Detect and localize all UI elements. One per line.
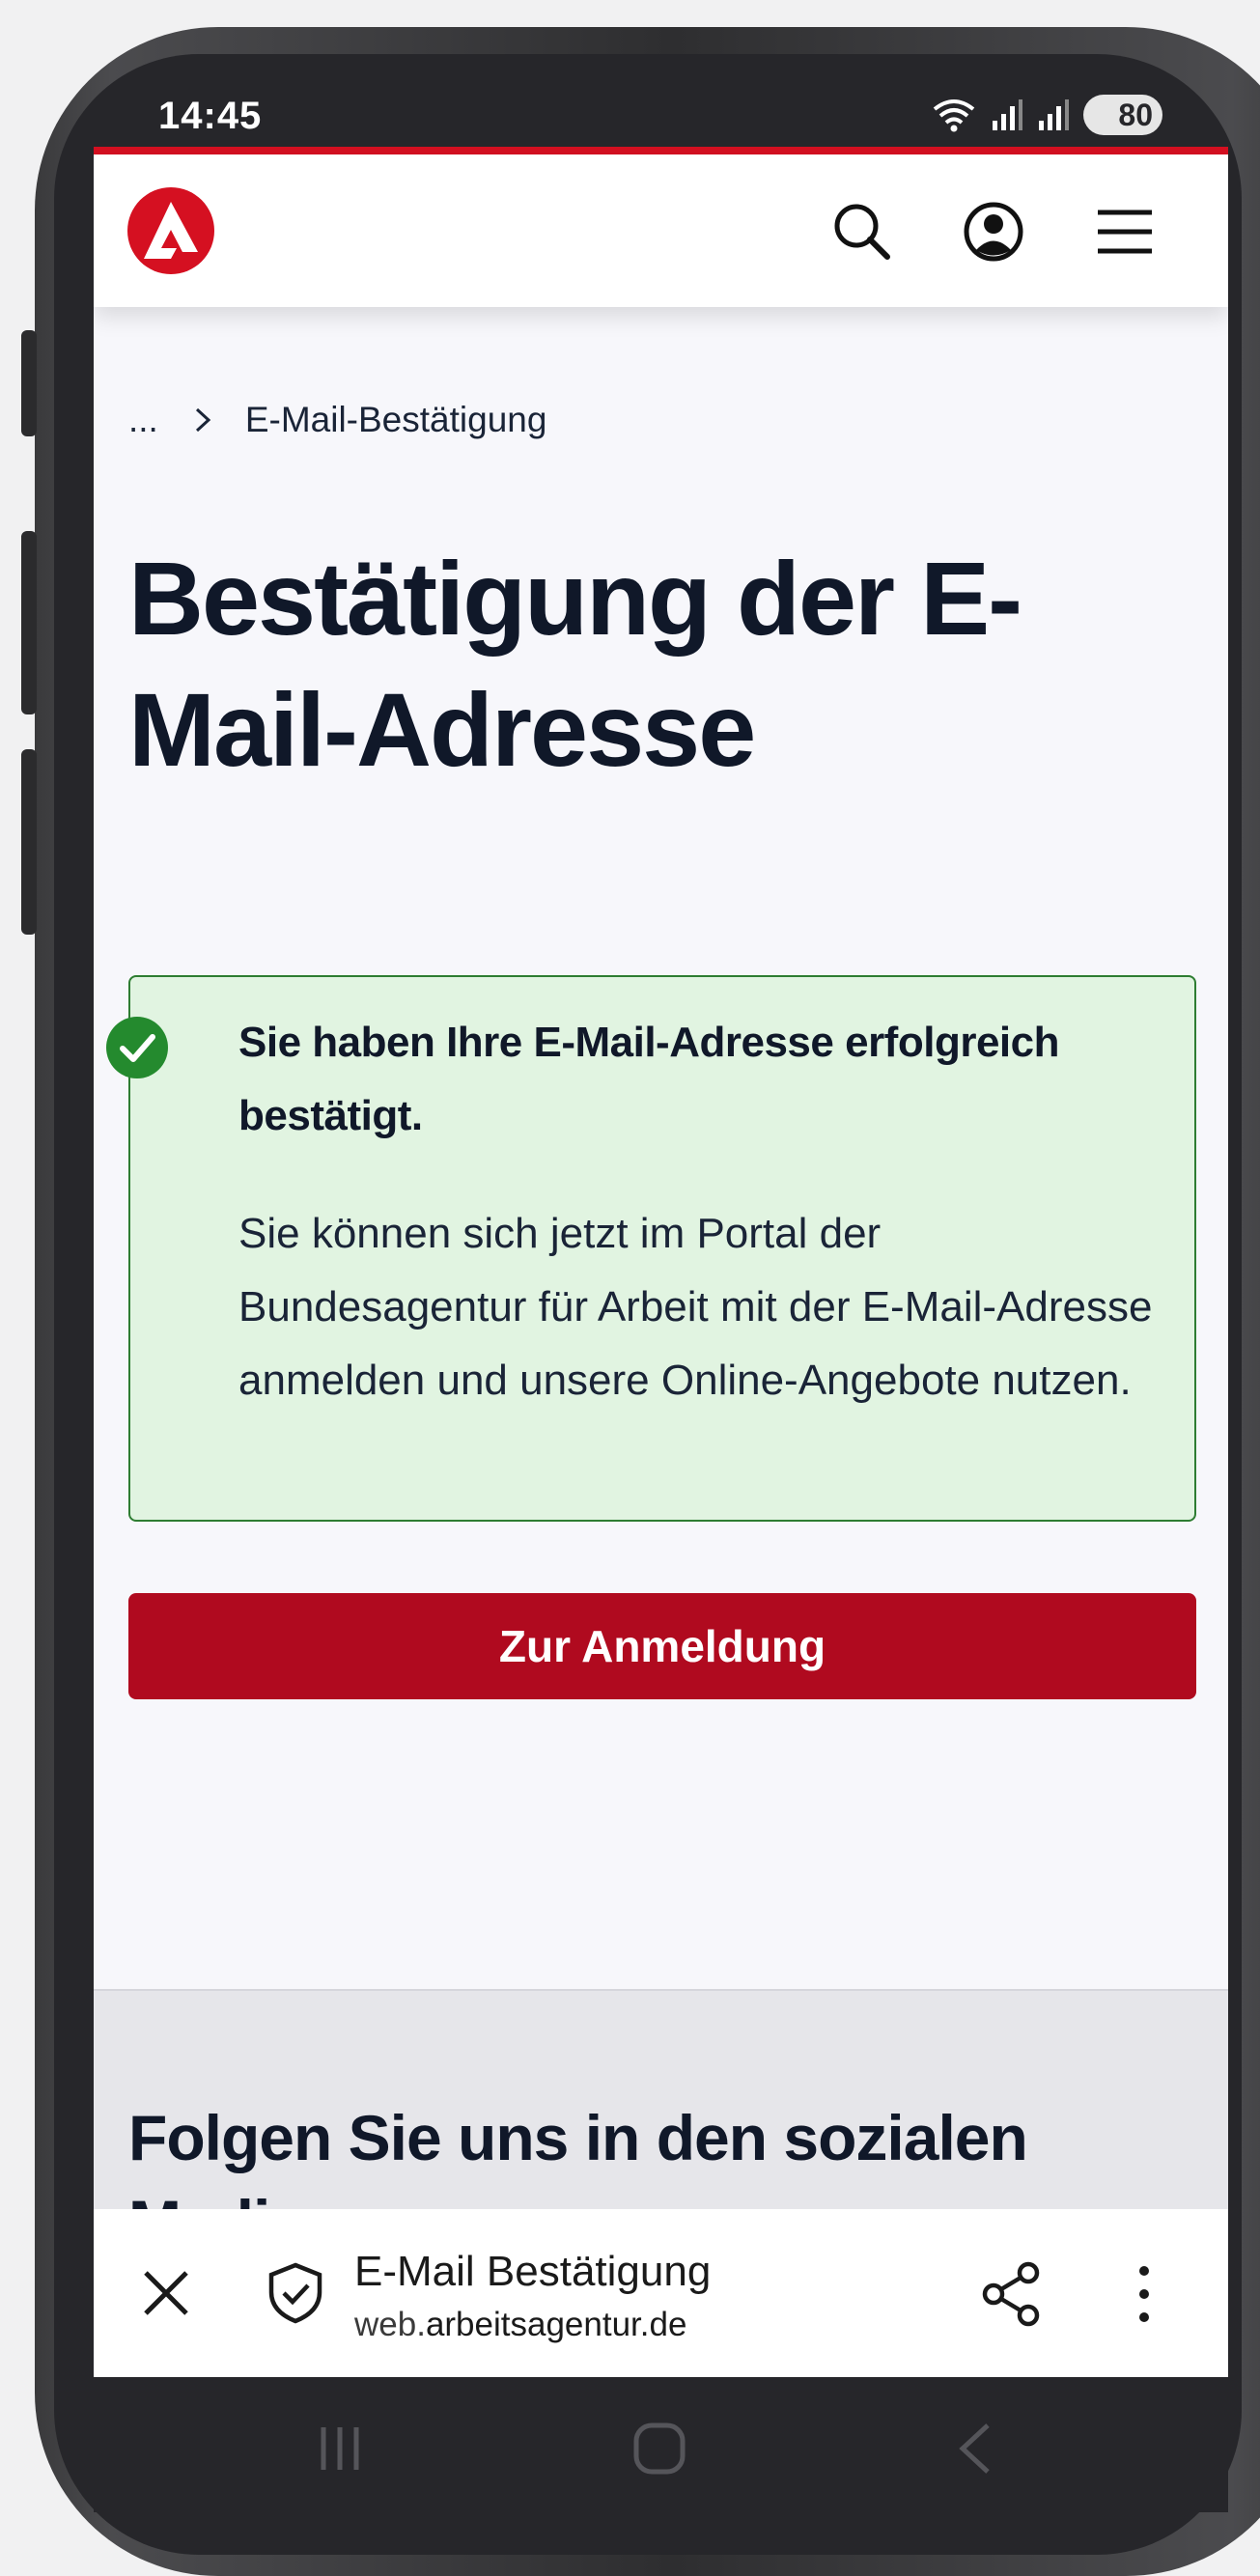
success-text: Sie können sich jetzt im Portal der Bund… [238,1210,1153,1404]
android-nav-bar [94,2377,1228,2512]
recent-apps-icon[interactable] [314,2420,366,2478]
url-prefix: web. [354,2306,426,2343]
status-time: 14:45 [158,95,263,137]
status-icons: 80 [931,95,1162,135]
arbeitsagentur-logo[interactable] [126,186,215,275]
breadcrumb: ... E-Mail-Bestätigung [128,400,546,440]
menu-icon[interactable] [1090,197,1160,266]
wifi-icon [933,99,975,132]
page-title: Bestätigung der E-Mail-Adresse [128,540,1022,788]
url-domain: arbeitsagentur.de [425,2306,687,2343]
success-heading: Sie haben Ihre E-Mail-Adresse erfolgreic… [238,1019,1059,1139]
home-icon[interactable] [630,2420,688,2478]
shield-check-icon[interactable] [262,2259,329,2327]
battery-level: 80 [1118,97,1153,132]
more-options-icon[interactable] [1117,2257,1171,2331]
back-icon[interactable] [953,2420,997,2478]
close-icon[interactable] [132,2259,200,2327]
tab-url[interactable]: web.arbeitsagentur.de [354,2306,686,2344]
breadcrumb-current: E-Mail-Bestätigung [244,400,547,439]
brand-stripe [94,147,1228,154]
signal-icon [1039,99,1069,130]
phone-side-button [21,531,37,714]
check-circle-icon [106,1017,168,1078]
share-icon[interactable] [976,2257,1050,2331]
status-bar: 14:45 80 [94,77,1228,149]
battery-icon: 80 [1083,95,1162,135]
browser-bottom-bar: E-Mail Bestätigung web.arbeitsagentur.de [94,2209,1228,2377]
chevron-right-icon [191,405,214,435]
login-button[interactable]: Zur Anmeldung [128,1593,1196,1699]
signal-icon [993,99,1022,130]
phone-side-button [21,330,37,436]
site-header [94,154,1228,307]
breadcrumb-ellipsis[interactable]: ... [128,400,158,440]
search-icon[interactable] [827,197,897,266]
phone-side-button [21,749,37,935]
success-message: Sie haben Ihre E-Mail-Adresse erfolgreic… [128,975,1196,1522]
tab-title[interactable]: E-Mail Bestätigung [354,2248,711,2296]
account-icon[interactable] [959,197,1028,266]
browser-viewport: ... E-Mail-Bestätigung Bestätigung der E… [94,147,1228,2377]
